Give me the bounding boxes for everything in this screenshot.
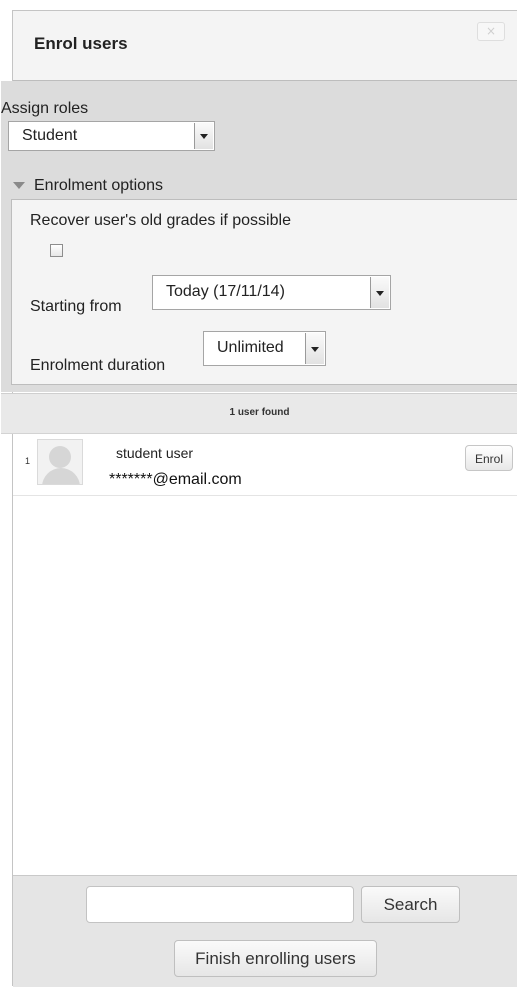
dropdown-arrow-icon (305, 333, 324, 364)
dialog-title: Enrol users (34, 34, 128, 53)
results-count-bar: 1 user found (1, 393, 517, 434)
enrol-users-dialog: Enrol users × Assign roles Student Enrol… (1, 10, 517, 987)
assign-roles-label: Assign roles (1, 100, 89, 117)
search-input[interactable] (86, 886, 354, 923)
dialog-header: Enrol users × (13, 11, 517, 81)
enrolment-duration-label: Enrolment duration (30, 357, 166, 374)
dropdown-arrow-icon (370, 277, 389, 308)
user-row: 1 student user *******@email.com Enrol (13, 435, 517, 496)
enrolment-options-panel: Recover user's old grades if possible St… (11, 199, 517, 385)
user-avatar-icon (37, 439, 83, 485)
dialog-footer: Search Finish enrolling users (13, 875, 517, 987)
enrol-button[interactable]: Enrol (465, 445, 513, 471)
enrolment-options-label: Enrolment options (34, 177, 163, 194)
user-email: *******@email.com (109, 471, 242, 488)
starting-from-select[interactable]: Today (17/11/14) (152, 275, 391, 310)
dropdown-arrow-icon (194, 123, 213, 149)
recover-grades-checkbox[interactable] (50, 244, 63, 257)
enrolment-duration-select[interactable]: Unlimited (203, 331, 326, 366)
search-button[interactable]: Search (361, 886, 460, 923)
enrolment-settings: Assign roles Student Enrolment options R… (1, 81, 517, 392)
role-select[interactable]: Student (8, 121, 215, 151)
starting-from-label: Starting from (30, 298, 122, 315)
enrolment-duration-value: Unlimited (217, 339, 284, 356)
collapse-triangle-icon (13, 182, 25, 190)
enrolment-options-toggle[interactable]: Enrolment options (13, 177, 163, 195)
recover-grades-label: Recover user's old grades if possible (30, 212, 291, 229)
close-button[interactable]: × (477, 22, 505, 41)
user-name: student user (116, 445, 194, 461)
role-select-value: Student (22, 127, 78, 144)
row-number: 1 (25, 456, 31, 466)
finish-enrolling-button[interactable]: Finish enrolling users (174, 940, 377, 977)
users-found-count: 1 user found (229, 407, 290, 418)
starting-from-value: Today (17/11/14) (166, 283, 285, 300)
